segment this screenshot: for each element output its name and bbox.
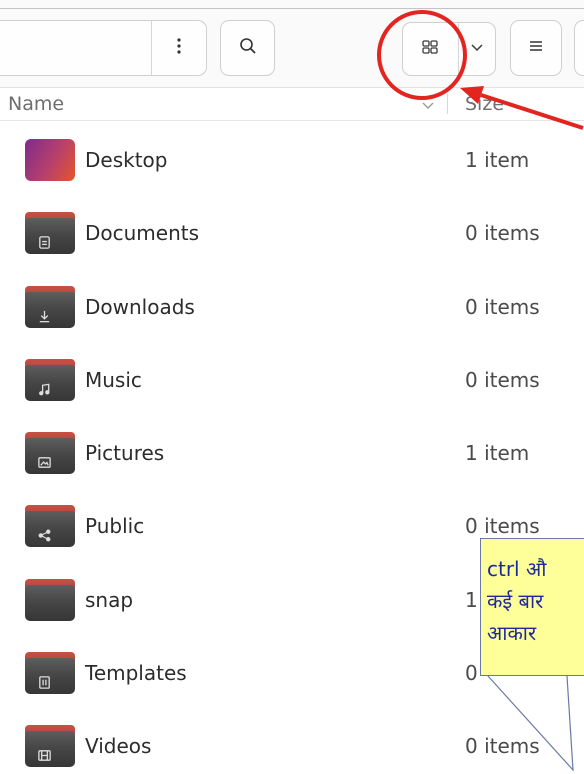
file-name: Downloads — [85, 294, 195, 319]
file-size: 1 item — [465, 148, 530, 172]
window-control-button[interactable] — [574, 20, 584, 76]
music-folder-icon — [25, 358, 75, 401]
document-emblem-icon — [37, 235, 52, 250]
templates-folder-icon — [25, 652, 75, 695]
file-name: Videos — [85, 734, 152, 759]
desktop-folder-icon — [25, 139, 75, 181]
file-list: Desktop 1 item Documents 0 items Downloa… — [0, 134, 584, 772]
search-button[interactable] — [220, 20, 275, 76]
grid-view-button[interactable] — [403, 23, 458, 75]
path-bar-menu-button[interactable] — [151, 21, 206, 75]
window-top-border — [0, 8, 584, 9]
folder-icon — [25, 578, 75, 621]
column-header: Name Size — [0, 88, 584, 121]
list-item[interactable]: Music 0 items — [0, 354, 584, 406]
chevron-down-icon[interactable] — [420, 97, 436, 113]
list-item[interactable]: Pictures 1 item — [0, 427, 584, 479]
callout-note: ctrl औ कई बार आकार — [480, 538, 584, 676]
list-item[interactable]: Downloads 0 items — [0, 281, 584, 333]
list-item[interactable]: Videos 0 items — [0, 720, 584, 772]
file-name: Music — [85, 367, 142, 392]
file-name: Pictures — [85, 441, 165, 466]
path-bar[interactable] — [0, 20, 207, 76]
file-name: Public — [85, 514, 145, 539]
picture-emblem-icon — [37, 455, 52, 470]
music-note-emblem-icon — [37, 382, 52, 397]
film-emblem-icon — [37, 748, 52, 763]
file-name: Templates — [85, 661, 187, 686]
main-menu-button[interactable] — [510, 20, 562, 76]
file-name: Documents — [85, 221, 200, 246]
file-name: Desktop — [85, 148, 168, 172]
name-column-header[interactable]: Name — [8, 92, 64, 116]
share-emblem-icon — [37, 528, 52, 543]
file-size: 0 items — [465, 367, 540, 392]
callout-line: आकार — [487, 621, 537, 645]
file-size: 1 — [465, 587, 478, 612]
file-size: 0 items — [465, 221, 540, 246]
public-folder-icon — [25, 505, 75, 548]
file-manager-window: Name Size Desktop 1 item Documents 0 ite… — [0, 0, 584, 774]
template-emblem-icon — [37, 675, 52, 690]
grid-view-icon — [421, 39, 439, 59]
hamburger-menu-icon — [527, 37, 545, 59]
file-size: 0 items — [465, 514, 540, 539]
pictures-folder-icon — [25, 432, 75, 475]
column-separator[interactable] — [447, 94, 448, 114]
downloads-folder-icon — [25, 285, 75, 328]
view-options-button[interactable] — [457, 23, 495, 75]
file-size: 0 items — [465, 734, 540, 759]
file-size: 0 — [465, 661, 478, 686]
file-size: 1 item — [465, 441, 530, 466]
callout-line: ctrl औ — [487, 557, 547, 581]
size-column-header[interactable]: Size — [465, 92, 504, 116]
list-item[interactable]: Documents 0 items — [0, 207, 584, 259]
chevron-down-icon — [469, 39, 485, 59]
search-icon — [238, 36, 258, 60]
header-bar — [0, 0, 584, 88]
download-emblem-icon — [37, 309, 52, 324]
videos-folder-icon — [25, 725, 75, 768]
callout-line: कई बार — [487, 589, 544, 613]
view-toggle-group — [402, 22, 496, 76]
file-name: snap — [85, 587, 134, 612]
options-icon — [171, 37, 187, 59]
documents-folder-icon — [25, 212, 75, 255]
file-size: 0 items — [465, 294, 540, 319]
list-item[interactable]: Desktop 1 item — [0, 134, 584, 186]
